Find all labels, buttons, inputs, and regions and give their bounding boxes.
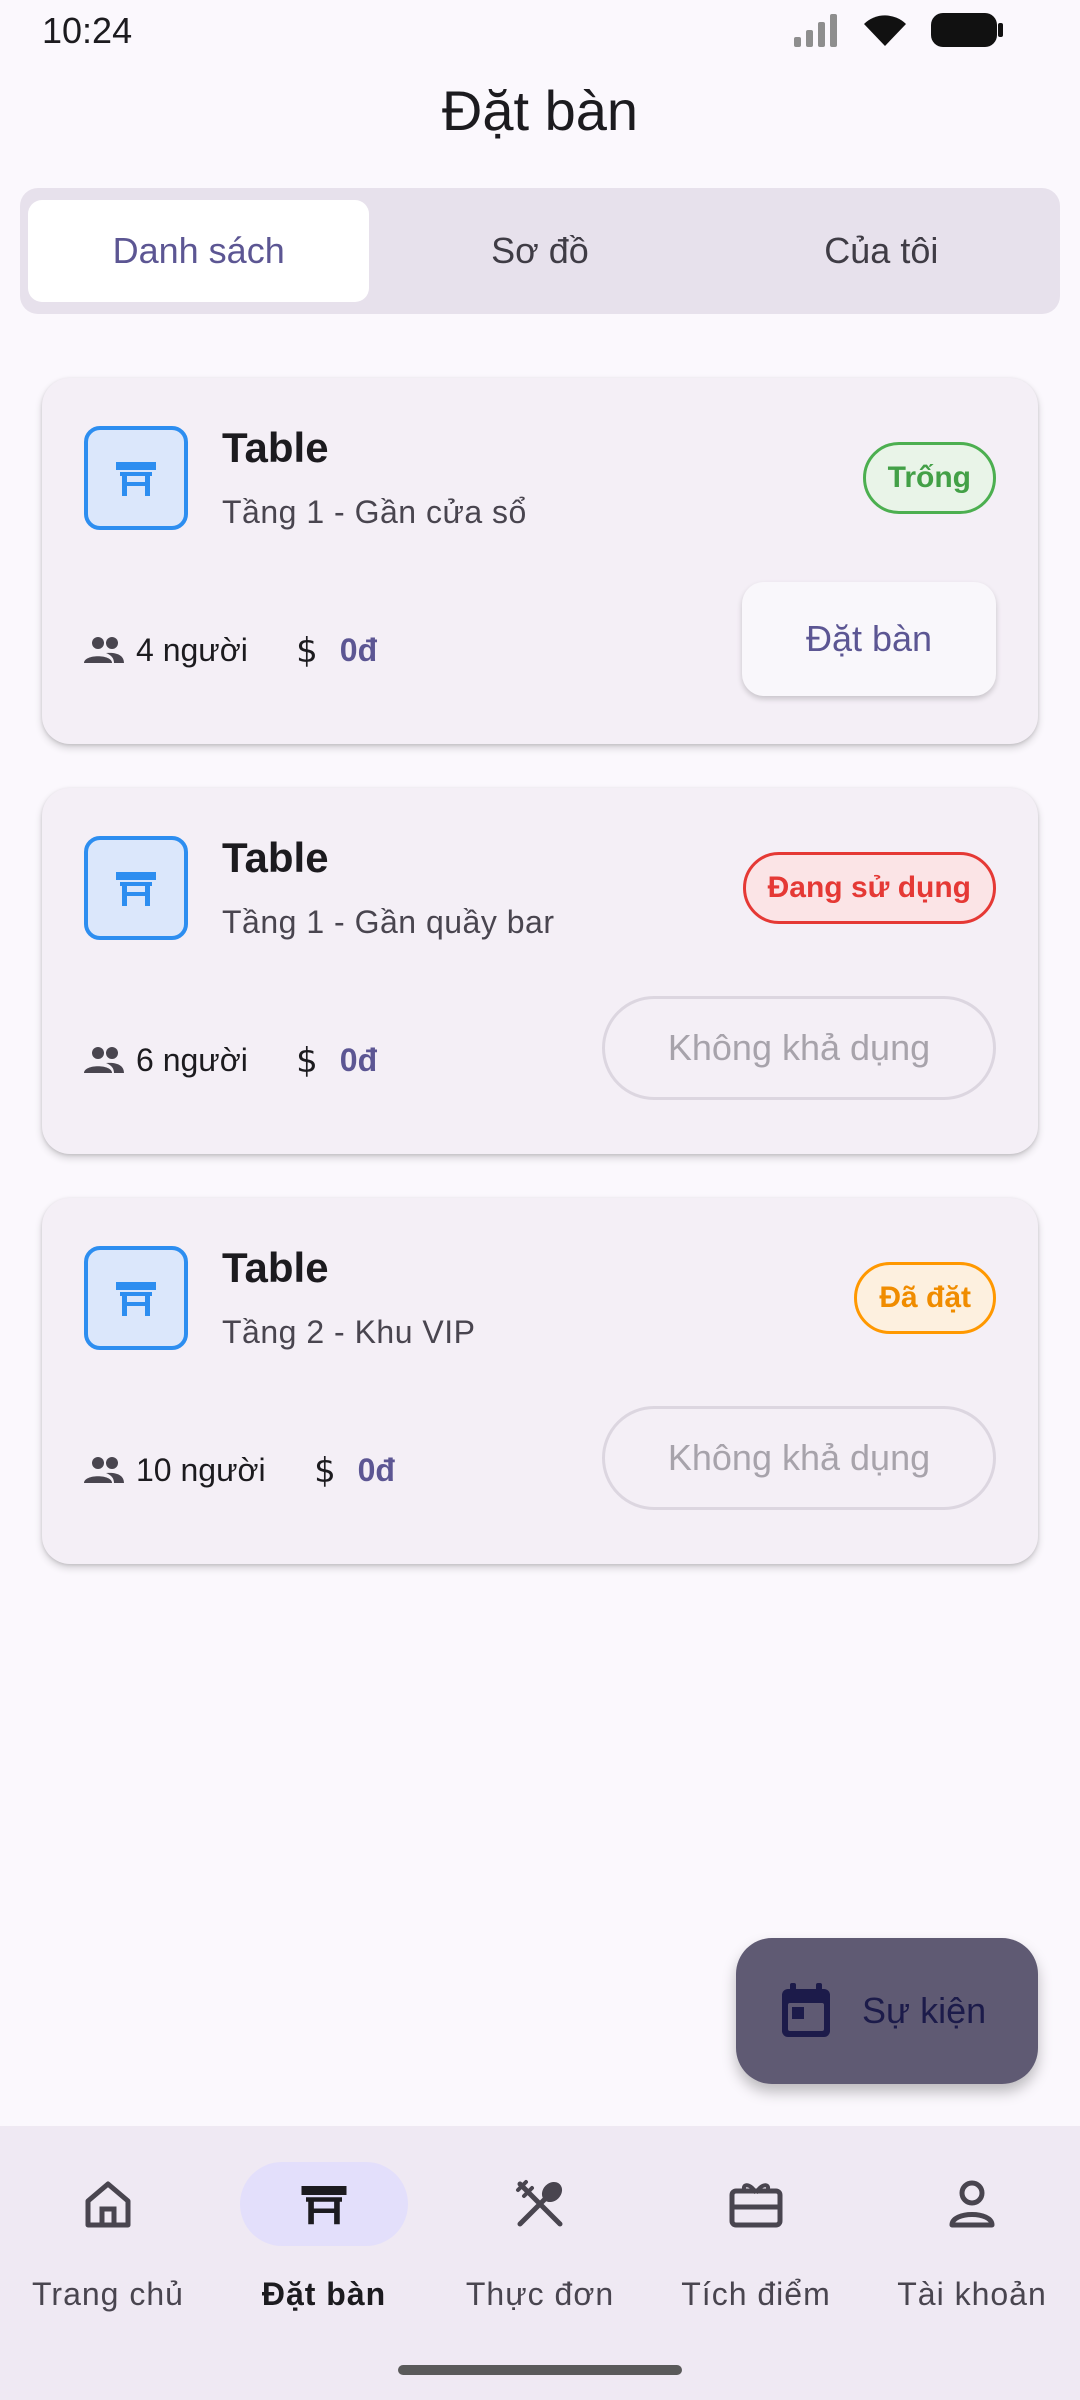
nav-pill [24,2162,192,2246]
price-text: 0đ [339,1041,378,1078]
segmented-tabs: Danh sách Sơ đồ Của tôi [20,188,1060,314]
status-icons [792,12,1004,48]
page-title: Đặt bàn [441,79,639,142]
dollar-icon: $ [296,1042,318,1078]
table-location: Tầng 1 - Gần cửa sổ [222,494,527,530]
capacity-text: 10 người [136,1451,266,1488]
home-icon [85,2181,131,2228]
nav-pill [240,2162,408,2246]
table-card: Table Tầng 1 - Gần quầy bar Đang sử dụng… [42,788,1038,1154]
tab-mine[interactable]: Của tôi [711,200,1052,302]
bottom-nav: Trang chủ Đặt bàn Thực đơn Tích điểm Tài… [0,2126,1080,2400]
calendar-icon [782,1983,830,2037]
svg-text:$: $ [296,632,318,668]
nav-label: Thực đơn [465,2276,615,2312]
table-icon [116,872,156,906]
nav-pill [888,2162,1056,2246]
nav-label: Đặt bàn [261,2276,387,2312]
price-text: 0đ [357,1451,395,1488]
nav-label: Tích điểm [681,2276,831,2312]
status-badge: Đã đặt [854,1262,996,1334]
table-meta: 10 người $ 0đ [84,1440,395,1500]
status-time: 10:24 [42,10,133,51]
table-icon [116,1282,156,1316]
svg-text:$: $ [314,1452,336,1488]
battery-icon [931,13,1003,47]
status-badge: Đang sử dụng [742,852,996,924]
capacity-text: 6 người [136,1041,248,1078]
capacity-text: 4 người [136,631,248,668]
nav-label: Trang chủ [32,2276,184,2312]
nav-pill [456,2162,624,2246]
table-icon-box [84,836,188,940]
table-icon [116,462,156,496]
nav-item-home[interactable]: Trang chủ [0,2126,216,2400]
nav-pill [672,2162,840,2246]
table-name: Table [222,834,329,881]
table-icon-box [84,1246,188,1350]
table-location: Tầng 2 - Khu VIP [222,1314,476,1350]
table-name: Table [222,1244,329,1291]
table-name: Table [222,424,329,471]
table-icon [301,2186,347,2225]
table-location: Tầng 1 - Gần quầy bar [222,904,555,940]
table-card: Table Tầng 1 - Gần cửa sổ Trống 4 người … [42,378,1038,744]
nav-label: Tài khoản [897,2276,1047,2312]
utensils-icon [516,2180,563,2227]
tab-list[interactable]: Danh sách [28,200,370,302]
unavailable-button[interactable]: Không khả dụng [602,996,996,1100]
table-icon-box [84,426,188,530]
price-text: 0đ [339,631,378,668]
status-badge: Trống [862,442,996,514]
dollar-icon: $ [314,1452,336,1488]
status-bar: 10:24 [0,0,1080,60]
nav-item-account[interactable]: Tài khoản [864,2126,1080,2400]
person-icon [949,2180,995,2228]
svg-text:$: $ [296,1042,318,1078]
people-icon [84,1457,124,1483]
nav-item-points[interactable]: Tích điểm [648,2126,864,2400]
signal-icon [794,14,837,47]
nav-item-menu[interactable]: Thực đơn [432,2126,648,2400]
dollar-icon: $ [296,632,318,668]
table-meta: 4 người $ 0đ [84,620,377,680]
home-indicator[interactable] [398,2365,682,2375]
book-button[interactable]: Đặt bàn [742,582,996,696]
table-meta: 6 người $ 0đ [84,1030,377,1090]
events-fab[interactable]: Sự kiện [736,1938,1038,2084]
fab-label: Sự kiện [862,1990,987,2031]
gift-card-icon [729,2183,783,2228]
wifi-icon [864,15,906,47]
unavailable-button[interactable]: Không khả dụng [602,1406,996,1510]
nav-item-booking[interactable]: Đặt bàn [216,2126,432,2400]
people-icon [84,1047,124,1073]
table-card: Table Tầng 2 - Khu VIP Đã đặt 10 người $… [42,1198,1038,1564]
people-icon [84,637,124,663]
tab-map[interactable]: Sơ đồ [369,200,710,302]
